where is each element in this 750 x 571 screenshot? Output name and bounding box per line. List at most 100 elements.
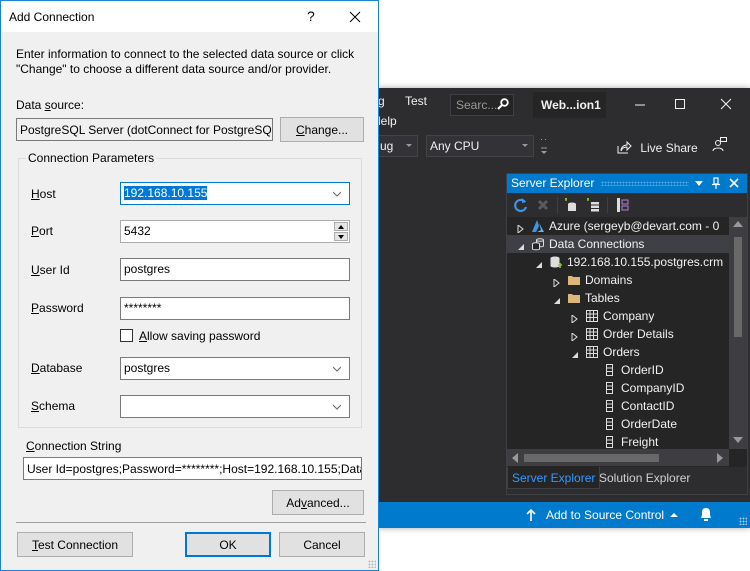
schema-combo[interactable] [120,395,350,418]
user-id-field[interactable]: postgres [120,258,350,281]
tree-item[interactable]: Orders [507,343,729,361]
connect-to-sharepoint-icon[interactable] [615,197,631,213]
connection-string-field[interactable]: User Id=postgres;Password=********;Host=… [23,457,362,480]
table-icon [585,327,599,341]
port-stepper[interactable]: 5432 [120,220,350,243]
ok-button[interactable]: OK [185,532,271,557]
tree-item-label: Domains [585,273,633,287]
close-panel-icon[interactable] [729,178,739,188]
allow-saving-password-label[interactable]: Allow saving password [139,329,260,343]
chevron-down-icon[interactable] [333,403,341,411]
test-connection-button[interactable]: Test Connection [17,532,133,557]
tree-item[interactable]: CompanyID [507,379,729,397]
password-label: Password [31,301,84,315]
expanded-arrow-icon[interactable] [553,294,561,304]
scroll-left-icon[interactable] [512,453,518,463]
tree-item[interactable]: Tables [507,289,729,307]
collapsed-arrow-icon[interactable] [553,276,561,289]
menu-debug[interactable]: g [378,94,385,108]
caret-up-icon[interactable] [670,513,678,517]
chevron-down-icon [406,144,412,147]
server-explorer-tree: Azure (sergeyb@devart.com - 0 Data Connec… [507,217,729,449]
drag-grip[interactable] [601,181,689,186]
live-share-label: Live Share [640,141,698,155]
platform-combo[interactable]: Any CPU [426,135,534,157]
data-connections-icon [531,237,545,251]
host-combo[interactable]: 192.168.10.155 [120,182,350,205]
dropdown-icon[interactable] [695,181,703,186]
resize-grip[interactable] [739,517,747,525]
decrement-button[interactable] [334,232,348,241]
allow-saving-password-checkbox[interactable] [120,329,133,342]
pin-icon[interactable] [711,177,721,190]
vertical-scrollbar[interactable] [729,217,747,449]
tree-item-label: Orders [603,345,640,359]
expanded-arrow-icon[interactable] [535,258,543,268]
tree-item-label: ContactID [621,399,675,413]
password-field[interactable]: ******** [120,297,350,320]
search-box[interactable]: Searc... [450,94,514,116]
folder-icon [567,291,581,305]
collapsed-arrow-icon[interactable] [571,330,579,343]
database-combo[interactable]: postgres [120,357,350,380]
change-button[interactable]: Change... [280,117,364,142]
increment-button[interactable] [334,222,348,231]
close-icon[interactable] [349,11,361,23]
menu-help[interactable]: lelp [378,114,397,128]
server-explorer-titlebar[interactable]: Server Explorer [507,174,747,193]
tree-item[interactable]: Freight [507,433,729,449]
tree-item[interactable]: Azure (sergeyb@devart.com - 0 [507,217,729,235]
chevron-down-icon[interactable] [333,365,341,373]
minimize-icon[interactable] [632,96,648,112]
tree-item[interactable]: Domains [507,271,729,289]
advanced-button[interactable]: Advanced... [272,490,364,515]
tree-item[interactable]: OrderID [507,361,729,379]
data-source-field: PostgreSQL Server (dotConnect for Postgr… [16,118,273,141]
close-window-icon[interactable] [718,96,734,112]
horizontal-scroll-thumb[interactable] [524,454,659,462]
connect-to-database-icon[interactable] [563,197,579,213]
collapsed-arrow-icon[interactable] [517,222,525,235]
feedback-icon[interactable] [712,136,728,152]
stop-icon[interactable] [535,197,551,213]
tree-item[interactable]: OrderDate [507,415,729,433]
maximize-icon[interactable] [672,96,688,112]
tab-solution-explorer[interactable]: Solution Explorer [595,467,694,489]
horizontal-scrollbar[interactable] [507,449,729,466]
search-icon [497,98,509,110]
refresh-icon[interactable] [513,197,529,213]
scroll-right-icon[interactable] [717,453,723,463]
solution-title: Web...ion1 [533,92,606,118]
tree-item[interactable]: Order Details [507,325,729,343]
menu-test[interactable]: Test [405,94,427,108]
add-to-source-control[interactable]: Add to Source Control [546,508,664,522]
instructions-line-1: Enter information to connect to the sele… [16,47,355,61]
help-button[interactable]: ? [307,8,315,24]
tree-item[interactable]: 192.168.10.155.postgres.crm [507,253,729,271]
resize-grip[interactable] [368,560,376,568]
tree-item[interactable]: ContactID [507,397,729,415]
chevron-down-icon[interactable] [333,190,341,198]
tab-server-explorer[interactable]: Server Explorer [507,467,601,489]
scroll-down-icon[interactable] [733,437,743,443]
tree-item[interactable]: Company [507,307,729,325]
expanded-arrow-icon[interactable] [517,240,525,250]
status-bar: Add to Source Control [378,502,750,528]
vertical-scroll-thumb[interactable] [734,237,742,337]
toolbar-overflow-icon[interactable] [541,137,547,155]
tree-item-label: Company [603,309,655,323]
tree-item[interactable]: Data Connections [507,235,729,253]
cancel-button[interactable]: Cancel [279,532,365,557]
notifications-bell-icon[interactable] [699,507,713,522]
collapsed-arrow-icon[interactable] [571,312,579,325]
column-icon [603,435,617,449]
dialog-titlebar[interactable]: Add Connection ? [1,1,378,32]
database-value: postgres [124,361,171,375]
connect-to-server-icon[interactable] [585,197,601,213]
visual-studio-window: g Test lelp Searc... Web...ion1 ug Any C… [376,88,750,528]
panel-title: Server Explorer [511,176,595,190]
expanded-arrow-icon[interactable] [571,348,579,358]
configuration-combo[interactable]: ug [376,135,418,157]
scroll-up-icon[interactable] [733,221,743,227]
live-share-button[interactable]: Live Share [616,139,698,155]
